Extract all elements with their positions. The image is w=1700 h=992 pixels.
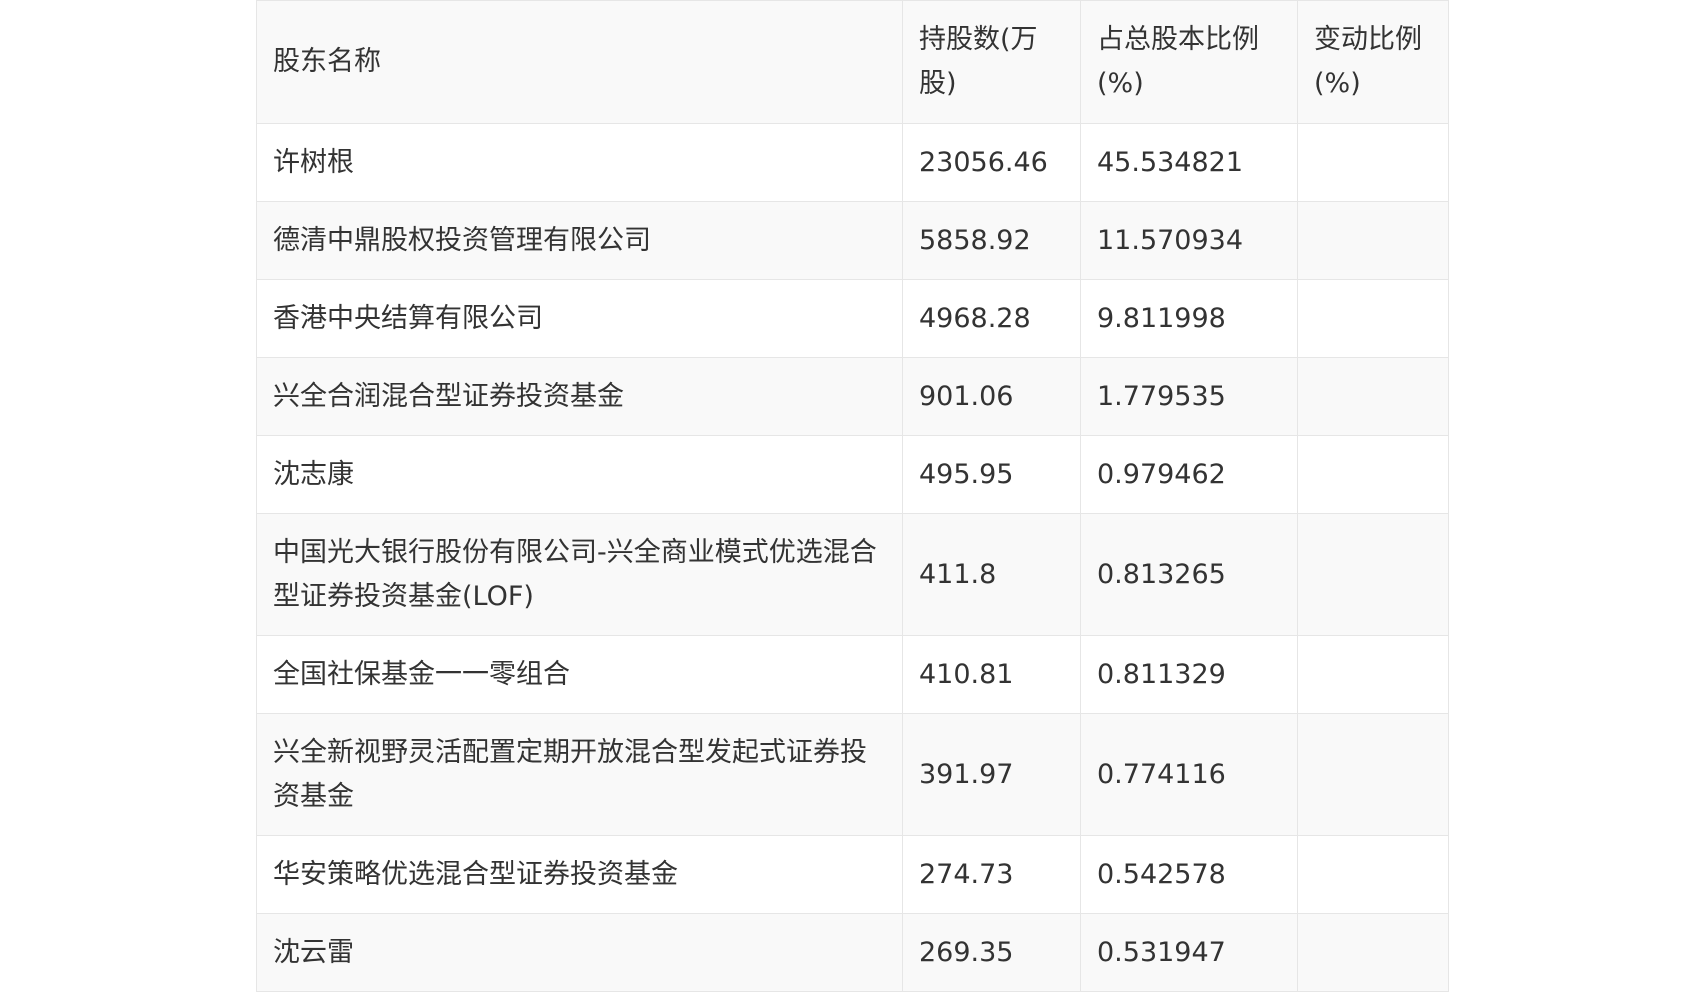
cell-change bbox=[1297, 713, 1449, 836]
cell-shares: 274.73 bbox=[902, 835, 1081, 914]
shareholder-table-container: 股东名称 持股数(万股) 占总股本比例(%) 变动比例(%) 许树根 23056… bbox=[256, 0, 1449, 992]
table-row: 中国光大银行股份有限公司-兴全商业模式优选混合型证券投资基金(LOF) 411.… bbox=[256, 513, 1449, 636]
cell-shareholder-name: 华安策略优选混合型证券投资基金 bbox=[256, 835, 903, 914]
table-row: 兴全新视野灵活配置定期开放混合型发起式证券投资基金 391.97 0.77411… bbox=[256, 713, 1449, 836]
cell-ratio: 0.774116 bbox=[1080, 713, 1298, 836]
table-row: 许树根 23056.46 45.534821 bbox=[256, 123, 1449, 202]
cell-ratio: 0.811329 bbox=[1080, 635, 1298, 714]
table-row: 全国社保基金一一零组合 410.81 0.811329 bbox=[256, 635, 1449, 714]
cell-shares: 4968.28 bbox=[902, 279, 1081, 358]
cell-change bbox=[1297, 635, 1449, 714]
cell-change bbox=[1297, 513, 1449, 636]
cell-shares: 5858.92 bbox=[902, 201, 1081, 280]
cell-change bbox=[1297, 201, 1449, 280]
cell-shareholder-name: 中国光大银行股份有限公司-兴全商业模式优选混合型证券投资基金(LOF) bbox=[256, 513, 903, 636]
cell-ratio: 1.779535 bbox=[1080, 357, 1298, 436]
cell-shareholder-name: 兴全合润混合型证券投资基金 bbox=[256, 357, 903, 436]
cell-shares: 495.95 bbox=[902, 435, 1081, 514]
cell-shares: 410.81 bbox=[902, 635, 1081, 714]
cell-shareholder-name: 香港中央结算有限公司 bbox=[256, 279, 903, 358]
table-row: 沈志康 495.95 0.979462 bbox=[256, 435, 1449, 514]
cell-ratio: 0.542578 bbox=[1080, 835, 1298, 914]
header-ratio: 占总股本比例(%) bbox=[1080, 0, 1298, 124]
cell-ratio: 9.811998 bbox=[1080, 279, 1298, 358]
header-shareholder-name: 股东名称 bbox=[256, 0, 903, 124]
cell-shareholder-name: 全国社保基金一一零组合 bbox=[256, 635, 903, 714]
header-change: 变动比例(%) bbox=[1297, 0, 1449, 124]
cell-shareholder-name: 兴全新视野灵活配置定期开放混合型发起式证券投资基金 bbox=[256, 713, 903, 836]
cell-change bbox=[1297, 123, 1449, 202]
cell-shareholder-name: 许树根 bbox=[256, 123, 903, 202]
cell-ratio: 0.531947 bbox=[1080, 913, 1298, 992]
cell-shares: 391.97 bbox=[902, 713, 1081, 836]
cell-change bbox=[1297, 835, 1449, 914]
cell-ratio: 0.979462 bbox=[1080, 435, 1298, 514]
cell-shares: 23056.46 bbox=[902, 123, 1081, 202]
shareholder-table: 股东名称 持股数(万股) 占总股本比例(%) 变动比例(%) 许树根 23056… bbox=[256, 0, 1449, 992]
cell-shares: 901.06 bbox=[902, 357, 1081, 436]
table-row: 兴全合润混合型证券投资基金 901.06 1.779535 bbox=[256, 357, 1449, 436]
cell-ratio: 0.813265 bbox=[1080, 513, 1298, 636]
cell-change bbox=[1297, 357, 1449, 436]
cell-shares: 411.8 bbox=[902, 513, 1081, 636]
table-row: 华安策略优选混合型证券投资基金 274.73 0.542578 bbox=[256, 835, 1449, 914]
cell-change bbox=[1297, 279, 1449, 358]
header-shares: 持股数(万股) bbox=[902, 0, 1081, 124]
table-row: 德清中鼎股权投资管理有限公司 5858.92 11.570934 bbox=[256, 201, 1449, 280]
table-row: 香港中央结算有限公司 4968.28 9.811998 bbox=[256, 279, 1449, 358]
cell-ratio: 11.570934 bbox=[1080, 201, 1298, 280]
cell-change bbox=[1297, 435, 1449, 514]
cell-shareholder-name: 沈志康 bbox=[256, 435, 903, 514]
cell-shares: 269.35 bbox=[902, 913, 1081, 992]
cell-shareholder-name: 沈云雷 bbox=[256, 913, 903, 992]
cell-change bbox=[1297, 913, 1449, 992]
table-row: 沈云雷 269.35 0.531947 bbox=[256, 913, 1449, 992]
table-header-row: 股东名称 持股数(万股) 占总股本比例(%) 变动比例(%) bbox=[256, 0, 1449, 124]
cell-ratio: 45.534821 bbox=[1080, 123, 1298, 202]
cell-shareholder-name: 德清中鼎股权投资管理有限公司 bbox=[256, 201, 903, 280]
